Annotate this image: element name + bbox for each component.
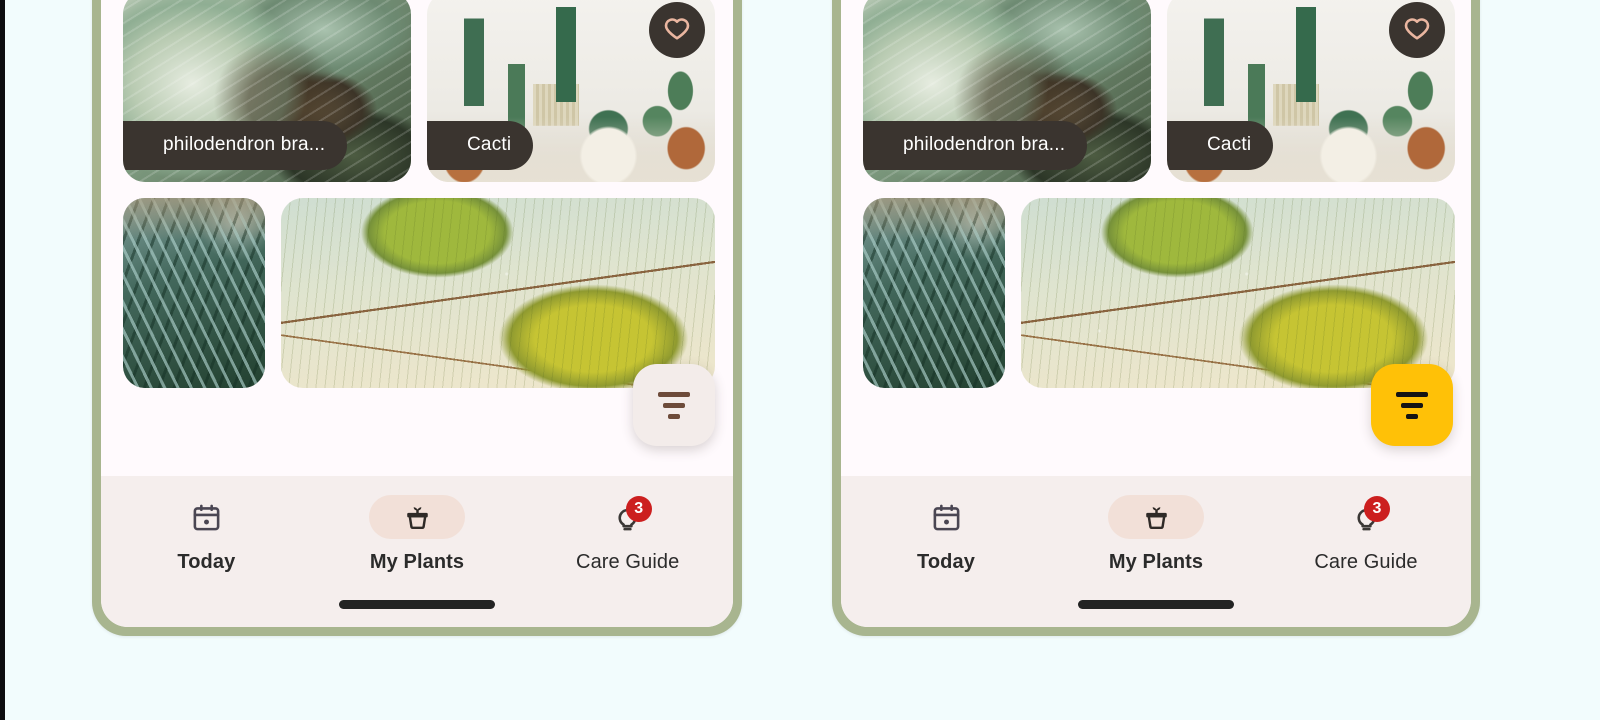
nav-icon-wrap: 3 — [580, 495, 676, 539]
home-indicator — [339, 600, 495, 609]
nav-item-care-guide[interactable]: 3 Care Guide — [1261, 476, 1471, 574]
plant-photo — [123, 198, 265, 388]
plant-card-spiky[interactable] — [863, 198, 1005, 388]
filter-fab[interactable] — [1371, 364, 1453, 446]
favorite-button[interactable] — [1389, 2, 1445, 58]
device-frame-left: monstera siltepecana philodendron bra... — [92, 0, 742, 636]
plant-name-label: Cacti — [1167, 121, 1274, 170]
screenshot-stage: monstera siltepecana philodendron bra... — [0, 0, 1600, 720]
nav-label: My Plants — [369, 551, 465, 573]
grid-row — [123, 198, 715, 388]
grid-row: philodendron bra... Cacti — [863, 0, 1455, 182]
filter-icon — [1396, 391, 1428, 419]
plant-name-label: philodendron bra... — [123, 121, 348, 170]
nav-icon-wrap: 3 — [1318, 495, 1414, 539]
heart-icon — [664, 18, 690, 40]
plant-card-cacti[interactable]: Cacti — [427, 0, 715, 182]
bottom-navigation-left: Today My Plants 3 Care Guide — [101, 476, 733, 627]
filter-fab[interactable] — [633, 364, 715, 446]
nav-icon-wrap — [158, 495, 254, 539]
nav-label: Care Guide — [1314, 551, 1418, 573]
nav-icon-wrap — [898, 495, 994, 539]
potted-plant-icon — [406, 506, 428, 529]
potted-plant-icon — [1145, 506, 1167, 529]
plant-card-fan-leaf[interactable] — [281, 198, 715, 388]
plant-card-cacti[interactable]: Cacti — [1167, 0, 1455, 182]
nav-item-care-guide[interactable]: 3 Care Guide — [522, 476, 733, 574]
calendar-icon — [933, 504, 959, 530]
plant-card-philodendron[interactable]: philodendron bra... — [123, 0, 411, 182]
device-frame-right: monstera siltepecana philodendron bra... — [832, 0, 1480, 636]
favorite-button[interactable] — [649, 2, 705, 58]
capture-edge-strip — [0, 0, 5, 720]
notification-badge: 3 — [1364, 496, 1390, 522]
nav-label: Today — [917, 551, 975, 573]
nav-item-my-plants[interactable]: My Plants — [312, 476, 523, 574]
plant-grid-right: monstera siltepecana philodendron bra... — [863, 0, 1455, 388]
plant-card-fan-leaf[interactable] — [1021, 198, 1455, 388]
grid-row — [863, 198, 1455, 388]
home-indicator — [1078, 600, 1234, 609]
filter-icon — [658, 391, 690, 419]
nav-icon-wrap — [1108, 495, 1204, 539]
plant-photo — [863, 198, 1005, 388]
plant-grid-left: monstera siltepecana philodendron bra... — [123, 0, 715, 388]
nav-icon-wrap — [369, 495, 465, 539]
nav-label: My Plants — [1108, 551, 1204, 573]
nav-item-today[interactable]: Today — [101, 476, 312, 574]
plant-photo — [281, 198, 715, 388]
plant-card-philodendron[interactable]: philodendron bra... — [863, 0, 1151, 182]
nav-label: Today — [177, 551, 236, 573]
bottom-navigation-right: Today My Plants 3 Care Guide — [841, 476, 1471, 627]
app-screen-left: monstera siltepecana philodendron bra... — [101, 0, 733, 627]
nav-item-my-plants[interactable]: My Plants — [1051, 476, 1261, 574]
heart-icon — [1404, 18, 1430, 40]
plant-name-label: philodendron bra... — [863, 121, 1088, 170]
notification-badge: 3 — [625, 496, 652, 522]
grid-row: philodendron bra... Cacti — [123, 0, 715, 182]
nav-label: Care Guide — [576, 551, 680, 573]
app-screen-right: monstera siltepecana philodendron bra... — [841, 0, 1471, 627]
nav-item-today[interactable]: Today — [841, 476, 1051, 574]
calendar-icon — [193, 504, 220, 530]
plant-card-spiky[interactable] — [123, 198, 265, 388]
plant-photo — [1021, 198, 1455, 388]
plant-name-label: Cacti — [427, 121, 534, 170]
